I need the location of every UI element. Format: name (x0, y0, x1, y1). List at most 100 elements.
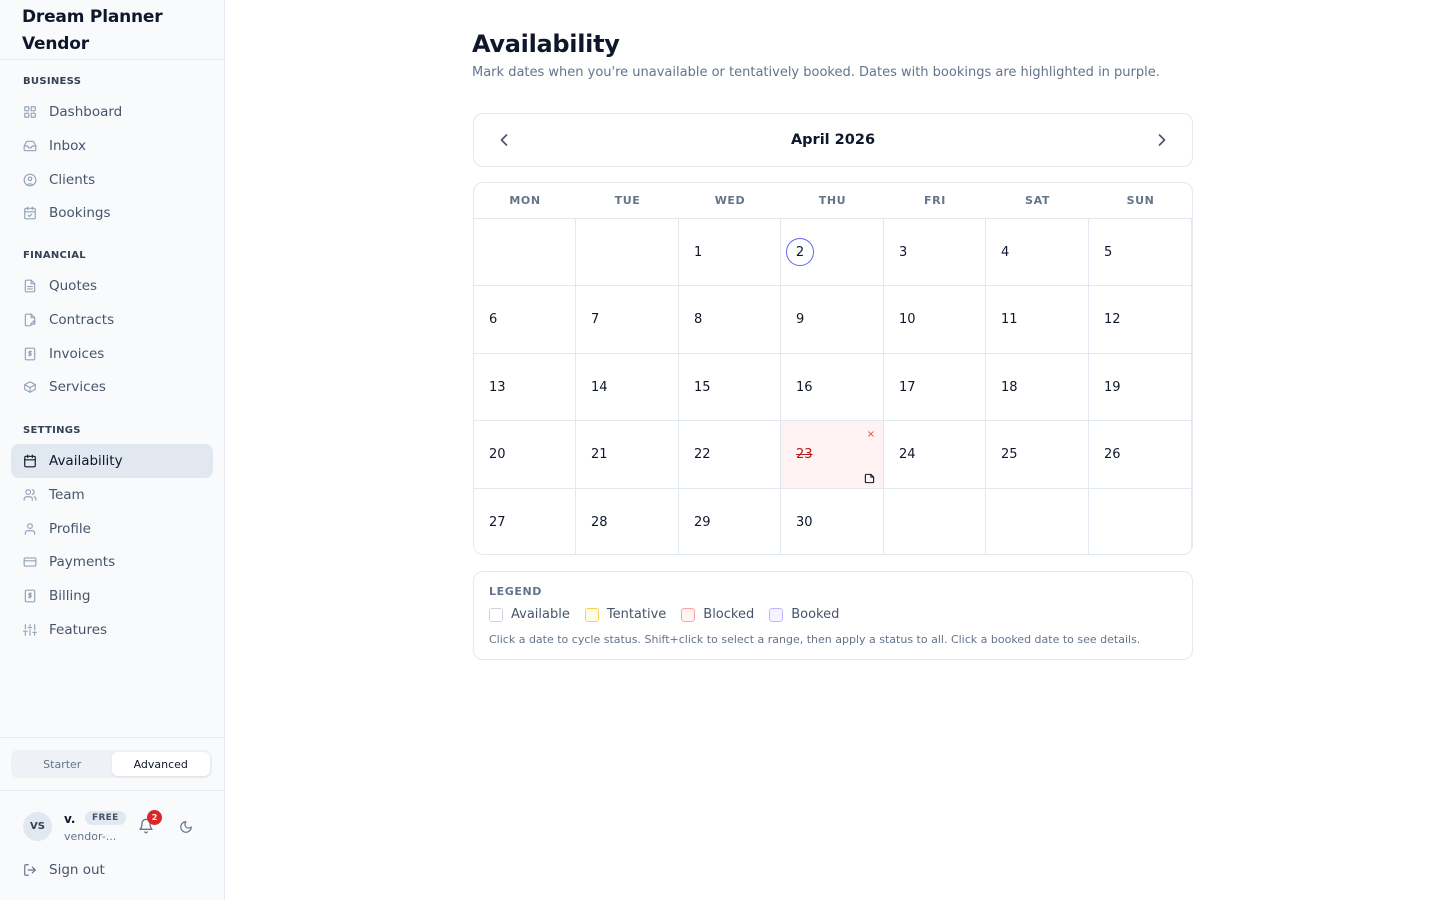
legend-hint: Click a date to cycle status. Shift+clic… (489, 633, 1141, 646)
calendar-day-cell[interactable]: 4 (986, 219, 1089, 287)
sidebar-item-bookings[interactable]: Bookings (11, 196, 213, 230)
calendar-day-cell[interactable]: 18 (986, 353, 1089, 422)
brand-line-1: Dream Planner (22, 7, 163, 27)
calendar-day-cell[interactable]: 26 (1089, 421, 1192, 489)
sidebar-item-label: Quotes (49, 278, 98, 294)
calendar-day-cell[interactable]: 1 (679, 219, 781, 287)
moon-icon[interactable] (179, 819, 193, 833)
brand-line-2: Vendor (22, 34, 89, 54)
day-number: 24 (899, 447, 916, 463)
legend: LEGEND Available Tentative Blocked Booked C… (473, 571, 1193, 660)
calendar-icon (23, 454, 37, 468)
day-number: 22 (694, 447, 711, 463)
sidebar-item-invoices[interactable]: Invoices (11, 337, 213, 371)
calendar-day-cell[interactable]: 9 (781, 286, 884, 354)
calendar-day-cell[interactable]: 29 (679, 488, 781, 554)
calendar-day-cell[interactable]: 27 (474, 488, 576, 554)
calendar-day-cell[interactable]: 10 (884, 286, 986, 354)
log-out-icon (23, 863, 37, 877)
calendar-day-cell[interactable]: 22 (679, 421, 781, 489)
nav-section-title: BUSINESS (23, 76, 82, 87)
day-number: 14 (591, 379, 608, 395)
nav-section-title: FINANCIAL (23, 250, 86, 261)
weekday-header: FRI (924, 194, 946, 207)
calendar-day-cell[interactable]: 28 (576, 488, 679, 554)
calendar-day-cell[interactable]: 5 (1089, 219, 1192, 287)
calendar-day-cell[interactable]: 13 (474, 353, 576, 422)
month-label: April 2026 (790, 132, 876, 148)
invoice-icon (23, 347, 37, 361)
legend-items: Available Tentative Blocked Booked (489, 607, 854, 622)
legend-swatch (769, 607, 784, 622)
sidebar-item-features[interactable]: Features (11, 613, 213, 647)
sign-out-button[interactable]: Sign out (23, 862, 105, 878)
user-email: vendor-... (64, 830, 117, 843)
sidebar-item-availability[interactable]: Availability (11, 444, 213, 478)
chevron-right-icon[interactable] (1152, 130, 1172, 150)
calendar-day-cell[interactable]: 12 (1089, 286, 1192, 354)
note-icon[interactable] (864, 469, 875, 484)
dashboard-icon (23, 105, 37, 119)
day-number: 21 (591, 447, 608, 463)
calendar-day-cell[interactable]: 6 (474, 286, 576, 354)
sidebar-item-label: Bookings (49, 205, 111, 222)
calendar-day-cell[interactable]: 23 × (781, 421, 884, 489)
avatar[interactable]: VS (23, 812, 52, 841)
day-number: 13 (489, 379, 506, 395)
calendar-day-cell[interactable]: 14 (576, 353, 679, 422)
sidebar-item-quotes[interactable]: Quotes (11, 269, 213, 303)
sidebar-item-inbox[interactable]: Inbox (11, 129, 213, 163)
calendar-day-cell[interactable]: 16 (781, 353, 884, 422)
sidebar-item-label: Invoices (49, 345, 105, 362)
brand-title[interactable]: Dream Planner Vendor (0, 0, 224, 60)
blocked-mark-icon[interactable]: × (867, 429, 875, 440)
sidebar-item-billing[interactable]: Billing (11, 579, 213, 613)
calendar-day-cell[interactable]: 15 (679, 353, 781, 422)
sidebar-item-payments[interactable]: Payments (11, 545, 213, 579)
sidebar-item-clients[interactable]: Clients (11, 163, 213, 197)
sidebar-item-label: Clients (49, 171, 96, 188)
calendar-day-cell[interactable]: 11 (986, 286, 1089, 354)
month-navigator: April 2026 (473, 113, 1193, 167)
user-circle-icon (23, 173, 37, 187)
sidebar-item-services[interactable]: Services (11, 370, 213, 404)
day-number: 8 (694, 312, 703, 328)
day-number: 9 (796, 312, 805, 328)
day-number: 30 (796, 514, 813, 530)
calendar-empty-cell (576, 219, 679, 287)
sidebar-item-label: Payments (49, 554, 116, 571)
plan-toggle-advanced[interactable]: Advanced (111, 752, 210, 776)
calendar-day-cell[interactable]: 21 (576, 421, 679, 489)
sidebar-item-team[interactable]: Team (11, 478, 213, 512)
day-number: 15 (694, 379, 711, 395)
sidebar: Dream Planner Vendor BUSINESS Dashboard In… (0, 0, 225, 900)
inbox-icon (23, 139, 37, 153)
day-number: 7 (591, 312, 600, 328)
sidebar-item-dashboard[interactable]: Dashboard (11, 95, 213, 129)
plan-toggle-starter[interactable]: Starter (13, 752, 112, 776)
calendar-day-cell[interactable]: 17 (884, 353, 986, 422)
plan-toggle: Starter Advanced (11, 750, 212, 778)
calendar-day-cell[interactable]: 30 (781, 488, 884, 554)
user-profile[interactable]: VS v. FREE vendor-... 2 (23, 810, 213, 843)
sidebar-item-label: Features (49, 622, 108, 638)
calendar-check-icon (23, 206, 37, 220)
calendar-day-cell[interactable]: 2 (781, 219, 884, 287)
weekday-header: THU (818, 194, 847, 207)
calendar-day-cell[interactable]: 8 (679, 286, 781, 354)
sidebar-item-profile[interactable]: Profile (11, 512, 213, 546)
calendar-day-cell[interactable]: 3 (884, 219, 986, 287)
day-number: 3 (899, 245, 908, 260)
day-number: 2 (786, 238, 814, 266)
weekday-header: WED (714, 194, 746, 207)
file-signature-icon (23, 313, 37, 327)
calendar-day-cell[interactable]: 7 (576, 286, 679, 354)
sidebar-item-contracts[interactable]: Contracts (11, 303, 213, 337)
legend-title: LEGEND (489, 585, 543, 598)
calendar-day-cell[interactable]: 19 (1089, 353, 1192, 422)
calendar-day-cell[interactable]: 25 (986, 421, 1089, 489)
sidebar-item-label: Availability (49, 453, 123, 469)
calendar-day-cell[interactable]: 24 (884, 421, 986, 489)
day-number: 27 (489, 514, 506, 530)
calendar-day-cell[interactable]: 20 (474, 421, 576, 489)
